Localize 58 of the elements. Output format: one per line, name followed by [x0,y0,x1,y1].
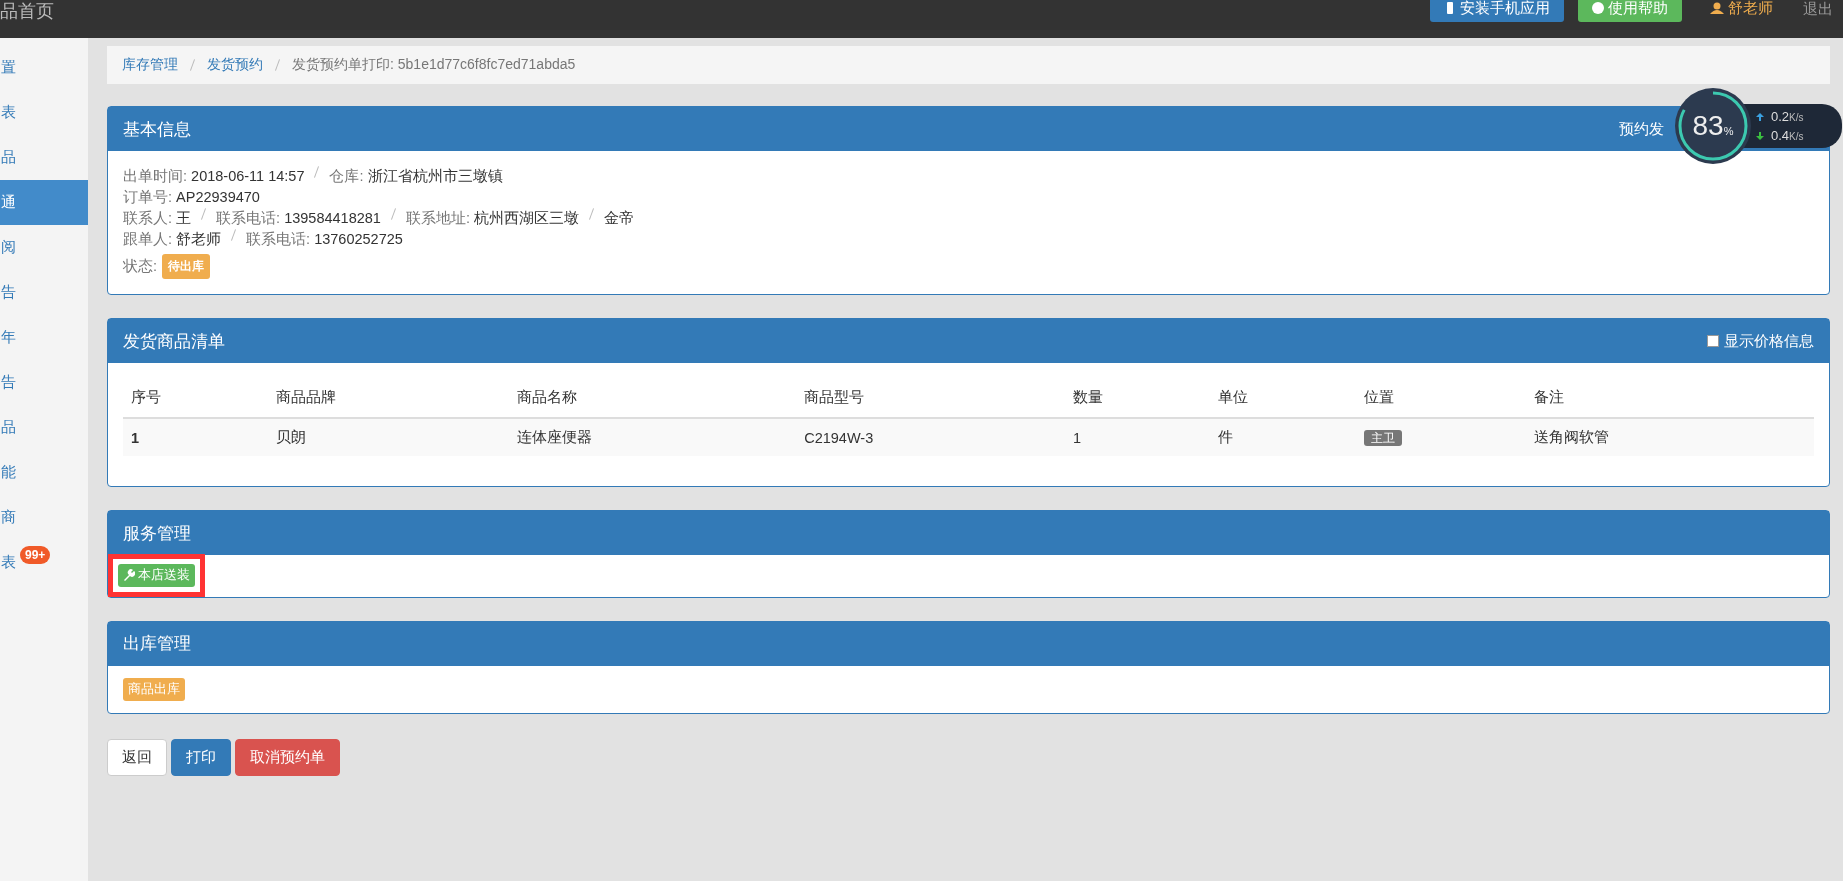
location-badge: 主卫 [1363,429,1402,446]
sidebar-item[interactable]: 表 [0,90,88,135]
sidebar-item[interactable]: 置 [0,45,88,90]
table-cell: 1 [1072,429,1081,446]
table-cell: C2194W-3 [804,429,874,446]
table-cell: 贝朗 [276,429,307,445]
panel-title: 服务管理 [123,522,191,545]
action-button[interactable]: 返回 [107,738,167,776]
panel-title: 基本信息 [123,118,191,141]
table-cell: 1 [131,429,140,446]
delivery-date: 预约发 [1619,119,1664,139]
wrench-icon [123,569,135,581]
sidebar-item[interactable]: 告 [0,360,88,405]
upload-arrow-icon [1756,112,1764,121]
count-badge: 99+ [20,546,51,564]
info-field: 出单时间: 2018-06-11 14:57 [123,166,305,187]
percent-reading: 83% [1692,110,1734,142]
action-button[interactable]: 打印 [171,738,231,776]
sidebar-item[interactable]: 品 [0,135,88,180]
info-field: 金帝 [603,208,634,229]
info-field: 联系电话: 13760252725 [246,229,403,250]
panel-title: 发货商品清单 [123,330,225,353]
info-field: 联系地址: 杭州西湖区三墩 [405,208,579,229]
user-icon [1710,2,1724,14]
info-field: 联系人: 王 [123,208,192,229]
info-field: 联系电话: 139584418281 [216,208,381,229]
info-field: 仓库: 浙江省杭州市三墩镇 [329,166,503,187]
download-arrow-icon [1756,131,1764,140]
install-app-button[interactable]: 安装手机应用 [1430,0,1564,22]
info-field: 跟单人: 舒老师 [123,229,222,250]
sidebar-item[interactable]: 年 [0,315,88,360]
sidebar-item[interactable]: 告 [0,270,88,315]
breadcrumb-link[interactable]: 发货预约 [207,56,263,74]
action-button[interactable]: 取消预约单 [235,738,340,776]
status-label: 状态: [123,257,158,276]
sidebar-item[interactable]: 阅 [0,225,88,270]
upload-speed: 0.2K/s [1771,109,1804,124]
sidebar-item[interactable]: 能 [0,450,88,495]
sidebar-item[interactable]: 通 [0,180,88,225]
sidebar-item[interactable]: 品 [0,405,88,450]
delivery-install-button[interactable]: 本店送装 [118,563,195,587]
table-cell: 送角阀软管 [1534,429,1610,445]
sidebar-item[interactable]: 商 [0,495,88,540]
logout-link[interactable]: 退出 [1803,0,1833,16]
help-button[interactable]: 使用帮助 [1578,0,1682,22]
table-cell: 连体座便器 [516,429,592,445]
info-field: 订单号: AP22939470 [123,187,260,208]
sidebar-item[interactable]: 表 99+ [0,540,88,585]
breadcrumb-link[interactable]: 库存管理 [122,56,178,74]
breadcrumb-current: 发货预约单打印: 5b1e1d77c6f8fc7ed71abda5 [292,56,576,74]
phone-icon [1444,2,1456,14]
status-badge: 待出库 [162,254,211,279]
download-speed: 0.4K/s [1771,128,1804,143]
user-link[interactable]: 舒老师 [1710,0,1773,16]
panel-title: 出库管理 [123,633,191,655]
brand-title: 品首页 [0,0,54,23]
table-cell: 件 [1218,429,1234,445]
show-price-checkbox[interactable]: 显示价格信息 [1707,331,1814,351]
